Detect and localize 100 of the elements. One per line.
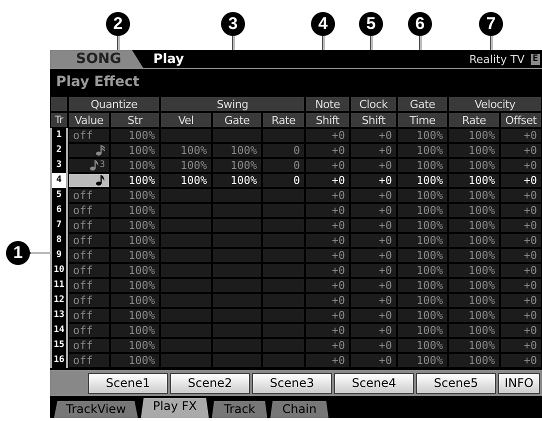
track-number[interactable]: 4 — [50, 173, 68, 188]
scene-button[interactable]: Scene5 — [416, 372, 496, 394]
callout-marker: 7 — [479, 12, 503, 36]
table-cell: +0 — [305, 263, 350, 278]
column-group-header: Swing — [160, 96, 305, 112]
table-cell: +0 — [500, 158, 542, 173]
table-cell — [262, 128, 305, 143]
track-number[interactable]: 9 — [50, 248, 68, 263]
table-cell: 100% — [448, 278, 500, 293]
scene-button[interactable]: Scene2 — [170, 372, 250, 394]
table-cell — [262, 278, 305, 293]
page-tab[interactable]: TrackView — [54, 401, 138, 418]
table-cell: +0 — [500, 323, 542, 338]
table-cell — [212, 188, 262, 203]
quantize-value-cell[interactable]: off — [68, 233, 110, 248]
table-cell: +0 — [350, 278, 397, 293]
table-cell: 100% — [110, 233, 160, 248]
value-text: off — [73, 294, 93, 307]
quantize-value-cell[interactable]: off — [68, 203, 110, 218]
table-cell: 100% — [110, 293, 160, 308]
quantize-value-cell[interactable]: off — [68, 323, 110, 338]
quantize-value-cell[interactable]: 3 — [68, 158, 110, 173]
callout-marker: 2 — [106, 12, 130, 36]
table-cell: +0 — [500, 233, 542, 248]
callout-marker: 4 — [311, 12, 335, 36]
track-number[interactable]: 5 — [50, 188, 68, 203]
page-tab[interactable]: Track — [212, 401, 268, 418]
track-number[interactable]: 3 — [50, 158, 68, 173]
quantize-value-cell[interactable]: off — [68, 218, 110, 233]
table-cell: +0 — [350, 233, 397, 248]
quantize-value-cell[interactable]: off — [68, 293, 110, 308]
table-cell: 100% — [397, 353, 448, 368]
triplet-mark: 3 — [100, 159, 105, 172]
quantize-value-cell[interactable]: off — [68, 128, 110, 143]
value-text: off — [73, 339, 93, 352]
table-cell: 100% — [110, 248, 160, 263]
table-cell: 0 — [262, 143, 305, 158]
track-number[interactable]: 16 — [50, 353, 68, 368]
track-number[interactable]: 13 — [50, 308, 68, 323]
table-cell: 100% — [448, 128, 500, 143]
quantize-value-cell[interactable]: off — [68, 188, 110, 203]
table-cell: 100% — [397, 128, 448, 143]
table-cell: 100% — [397, 188, 448, 203]
table-cell: +0 — [305, 128, 350, 143]
quantize-value-cell[interactable]: off — [68, 248, 110, 263]
scene-button[interactable]: Scene1 — [88, 372, 168, 394]
page-tab[interactable]: Play FX — [140, 398, 209, 418]
table-cell: 100% — [397, 233, 448, 248]
table-cell: 100% — [397, 263, 448, 278]
quantize-value-cell[interactable]: off — [68, 263, 110, 278]
quantize-value-cell[interactable]: off — [68, 308, 110, 323]
scene-button[interactable]: Scene3 — [252, 372, 332, 394]
column-header: Rate — [448, 112, 500, 128]
callout-marker: 5 — [359, 12, 383, 36]
track-number[interactable]: 6 — [50, 203, 68, 218]
table-cell: +0 — [305, 143, 350, 158]
table-cell: 100% — [397, 173, 448, 188]
track-number[interactable]: 8 — [50, 233, 68, 248]
track-number[interactable]: 7 — [50, 218, 68, 233]
track-number[interactable]: 1 — [50, 128, 68, 143]
table-cell: +0 — [350, 173, 397, 188]
table-cell — [160, 278, 212, 293]
table-cell: 100% — [448, 263, 500, 278]
table-cell — [262, 338, 305, 353]
table-cell: +0 — [500, 143, 542, 158]
track-number[interactable]: 12 — [50, 293, 68, 308]
screen-title: Play Effect — [55, 73, 140, 92]
table-cell: 100% — [212, 158, 262, 173]
table-cell: 100% — [110, 128, 160, 143]
quantize-value-cell[interactable] — [68, 143, 110, 158]
table-cell — [212, 278, 262, 293]
table-cell: +0 — [500, 128, 542, 143]
table-cell — [262, 218, 305, 233]
track-number[interactable]: 11 — [50, 278, 68, 293]
scene-button[interactable]: Scene4 — [334, 372, 414, 394]
table-cell — [212, 263, 262, 278]
track-number[interactable]: 10 — [50, 263, 68, 278]
callout-marker: 3 — [221, 12, 245, 36]
quantize-value-cell[interactable]: off — [68, 338, 110, 353]
quantize-value-cell[interactable] — [68, 173, 110, 188]
table-cell: +0 — [350, 338, 397, 353]
track-number[interactable]: 2 — [50, 143, 68, 158]
quantize-value-cell[interactable]: off — [68, 278, 110, 293]
page-tab[interactable]: Chain — [270, 401, 329, 418]
column-group-header: Velocity — [448, 96, 542, 112]
table-cell — [160, 203, 212, 218]
eighth-note-icon — [96, 175, 105, 186]
column-header: Vel — [160, 112, 212, 128]
quantize-value-cell[interactable]: off — [68, 353, 110, 368]
scene-button[interactable]: INFO — [498, 372, 540, 394]
table-cell: +0 — [500, 218, 542, 233]
table-cell: 0 — [262, 158, 305, 173]
table-cell — [212, 203, 262, 218]
table-cell: 100% — [110, 143, 160, 158]
table-cell: 100% — [448, 338, 500, 353]
table-cell — [160, 263, 212, 278]
track-number[interactable]: 14 — [50, 323, 68, 338]
column-header: Time — [397, 112, 448, 128]
track-number[interactable]: 15 — [50, 338, 68, 353]
table-cell — [212, 308, 262, 323]
